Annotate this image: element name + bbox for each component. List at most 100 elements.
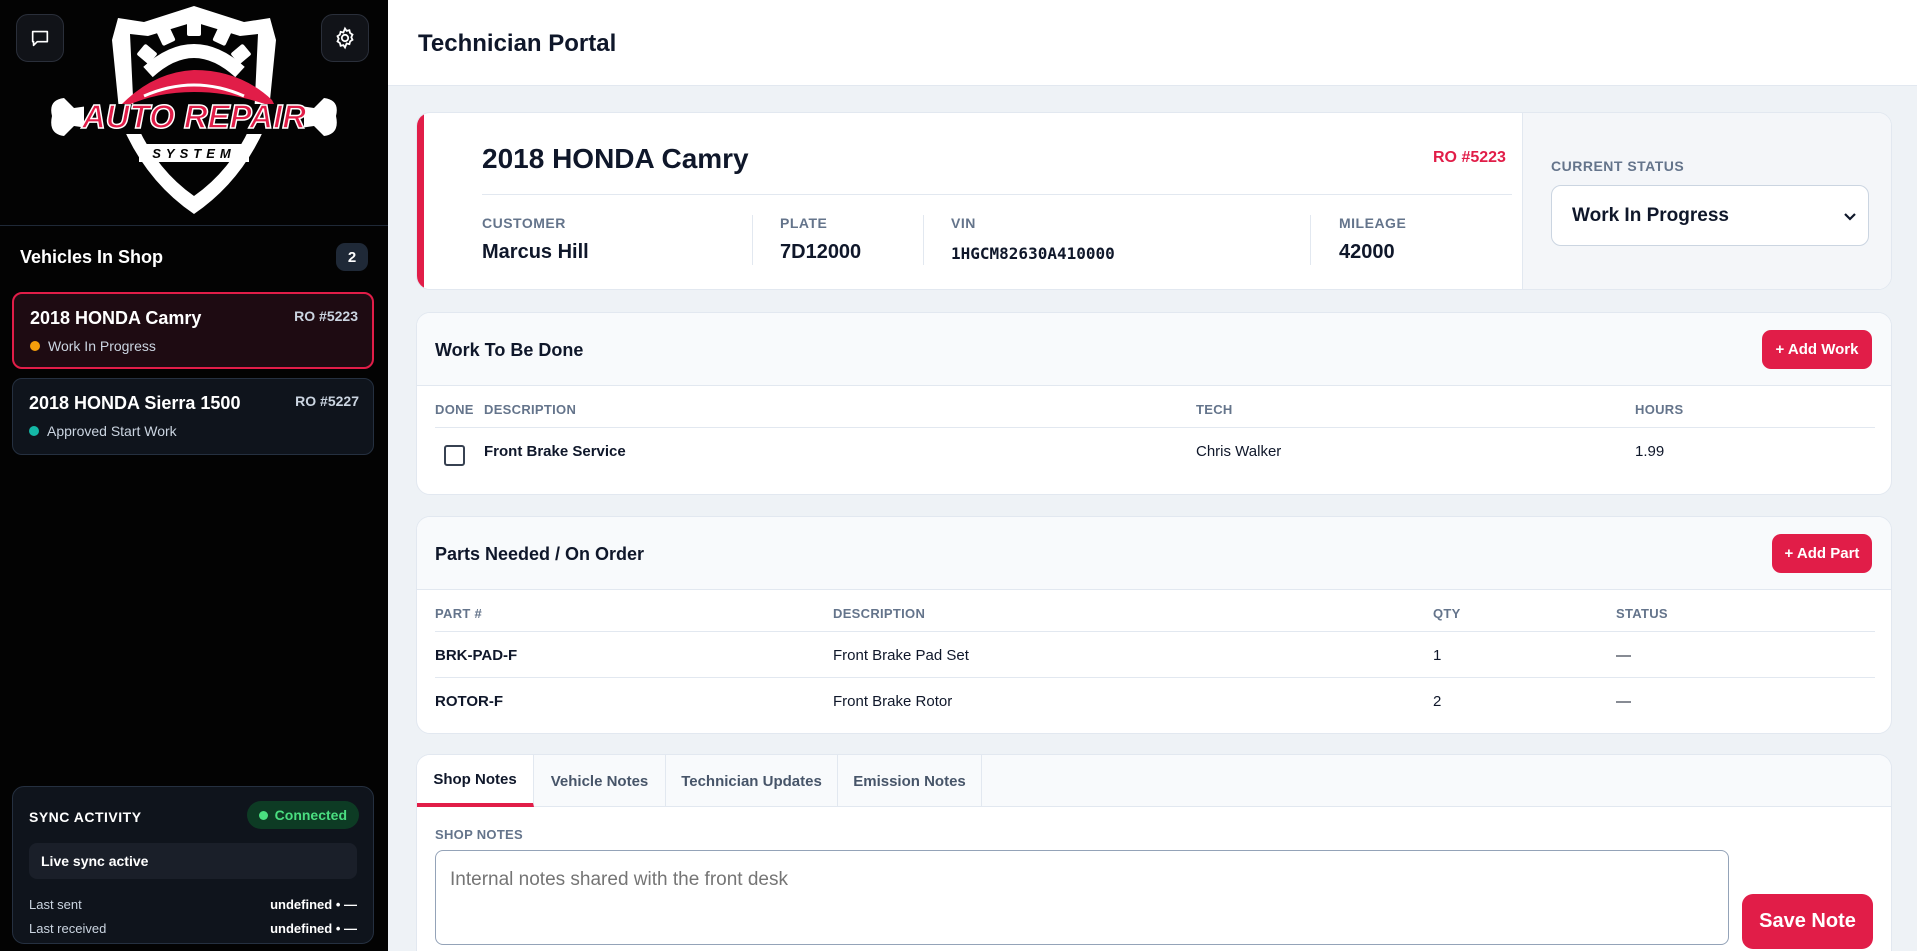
vin-label: VIN: [951, 215, 976, 231]
gear-icon: [336, 26, 354, 50]
vehicle-details-card: 2018 HONDA Camry RO #5223 CUSTOMER Marcu…: [416, 112, 1892, 290]
part-description: Front Brake Pad Set: [833, 647, 969, 664]
work-hours: 1.99: [1635, 443, 1665, 460]
divider: [923, 215, 924, 265]
accent-bar: [417, 113, 424, 289]
last-received-row: Last received undefined • —: [29, 921, 357, 936]
vehicle-card[interactable]: 2018 HONDA Sierra 1500 RO #5227 Approved…: [12, 378, 374, 455]
last-sent-label: Last sent: [29, 897, 82, 912]
column-header: QTY: [1433, 606, 1461, 621]
work-tech: Chris Walker: [1196, 443, 1282, 460]
vehicle-title: 2018 HONDA Camry: [482, 143, 749, 174]
divider: [482, 194, 1512, 195]
part-qty: 2: [1433, 693, 1442, 710]
status-dot-icon: [29, 426, 39, 436]
current-status-label: CURRENT STATUS: [1551, 158, 1685, 174]
last-received-label: Last received: [29, 921, 107, 936]
part-status: —: [1616, 647, 1631, 664]
tab-emission-notes[interactable]: Emission Notes: [838, 755, 982, 807]
parts-section-title: Parts Needed / On Order: [435, 544, 645, 564]
status-dot-icon: [30, 341, 40, 351]
customer-value: Marcus Hill: [482, 241, 589, 263]
live-sync-indicator: Live sync active: [29, 843, 357, 879]
status-select-value: Work In Progress: [1572, 204, 1729, 226]
current-status-pane: CURRENT STATUS Work In Progress: [1522, 113, 1891, 289]
done-checkbox[interactable]: [444, 445, 465, 466]
save-note-button[interactable]: Save Note: [1742, 894, 1873, 949]
part-status: —: [1616, 693, 1631, 710]
logo-line1: AUTO REPAIR: [81, 98, 306, 135]
vin-field: VIN 1HGCM82630A410000: [951, 215, 1115, 263]
plate-field: PLATE 7D12000: [780, 215, 861, 264]
last-sent-value: undefined • —: [270, 897, 357, 912]
repair-order-number: RO #5223: [1433, 149, 1506, 166]
vin-value: 1HGCM82630A410000: [951, 244, 1115, 263]
column-header: TECH: [1196, 402, 1233, 417]
sidebar: AUTO REPAIR SYSTEM Vehicles In Shop 2 20…: [0, 0, 388, 951]
plate-label: PLATE: [780, 215, 828, 231]
work-section-header: Work To Be Done + Add Work: [417, 313, 1891, 386]
last-received-value: undefined • —: [270, 921, 357, 936]
customer-label: CUSTOMER: [482, 215, 566, 231]
add-part-button[interactable]: + Add Part: [1772, 534, 1872, 573]
parts-card: Parts Needed / On Order + Add Part PART …: [416, 516, 1892, 734]
sync-activity-title: SYNC ACTIVITY: [29, 809, 142, 825]
vehicles-in-shop-header: Vehicles In Shop 2: [20, 242, 368, 272]
connection-status-badge: Connected: [246, 801, 359, 829]
vehicle-card-ro: RO #5227: [295, 393, 359, 409]
part-number: BRK-PAD-F: [435, 647, 518, 664]
mileage-label: MILEAGE: [1339, 215, 1407, 231]
connected-dot-icon: [258, 810, 268, 820]
last-sent-row: Last sent undefined • —: [29, 897, 357, 912]
auto-repair-logo: AUTO REPAIR SYSTEM: [51, 6, 337, 214]
connection-status-text: Connected: [274, 807, 347, 823]
divider: [435, 631, 1875, 632]
divider: [435, 677, 1875, 678]
part-description: Front Brake Rotor: [833, 693, 953, 710]
divider: [752, 215, 753, 265]
column-header: DESCRIPTION: [484, 402, 577, 417]
add-work-button[interactable]: + Add Work: [1762, 330, 1872, 369]
vehicle-card-status-text: Work In Progress: [48, 338, 156, 354]
vehicle-card-name: 2018 HONDA Camry: [30, 308, 202, 328]
vehicles-in-shop-title: Vehicles In Shop: [20, 246, 164, 267]
top-bar: Technician Portal: [388, 0, 1917, 86]
notes-tabs: Shop Notes Vehicle Notes Technician Upda…: [417, 755, 1891, 807]
column-header: HOURS: [1635, 402, 1684, 417]
part-qty: 1: [1433, 647, 1442, 664]
shop-notes-label: SHOP NOTES: [435, 827, 524, 842]
sidebar-header: AUTO REPAIR SYSTEM: [0, 0, 388, 226]
vehicle-card-status-text: Approved Start Work: [47, 423, 177, 439]
mileage-field: MILEAGE 42000: [1339, 215, 1406, 264]
chevron-down-icon: [1844, 212, 1856, 221]
column-header: PART #: [435, 606, 483, 621]
logo-line2: SYSTEM: [152, 146, 235, 161]
vehicle-card-status: Work In Progress: [30, 338, 156, 354]
customer-field: CUSTOMER Marcus Hill: [482, 215, 589, 264]
column-header: STATUS: [1616, 606, 1668, 621]
notes-card: Shop Notes Vehicle Notes Technician Upda…: [416, 754, 1892, 951]
vehicle-card-ro: RO #5223: [294, 308, 358, 324]
work-to-be-done-card: Work To Be Done + Add Work DONE DESCRIPT…: [416, 312, 1892, 495]
sync-activity-panel: SYNC ACTIVITY Connected Live sync active…: [12, 786, 374, 944]
plate-value: 7D12000: [780, 241, 862, 263]
work-description: Front Brake Service: [484, 443, 626, 460]
vehicle-card[interactable]: 2018 HONDA Camry RO #5223 Work In Progre…: [12, 292, 374, 369]
main-content: Technician Portal 2018 HONDA Camry RO #5…: [388, 0, 1917, 951]
column-header: DONE: [435, 402, 474, 417]
column-header: DESCRIPTION: [833, 606, 926, 621]
vehicle-card-name: 2018 HONDA Sierra 1500: [29, 393, 241, 413]
divider: [1310, 215, 1311, 265]
vehicles-count-badge: 2: [336, 243, 368, 271]
divider: [435, 427, 1875, 428]
page-title: Technician Portal: [418, 30, 617, 57]
tab-vehicle-notes[interactable]: Vehicle Notes: [534, 755, 666, 807]
mileage-value: 42000: [1339, 241, 1395, 263]
status-select[interactable]: Work In Progress: [1551, 185, 1869, 246]
tab-technician-updates[interactable]: Technician Updates: [666, 755, 838, 807]
parts-section-header: Parts Needed / On Order + Add Part: [417, 517, 1891, 590]
shop-notes-input[interactable]: [435, 850, 1729, 945]
tab-shop-notes[interactable]: Shop Notes: [417, 755, 534, 807]
settings-button[interactable]: [321, 14, 369, 62]
part-number: ROTOR-F: [435, 693, 504, 710]
